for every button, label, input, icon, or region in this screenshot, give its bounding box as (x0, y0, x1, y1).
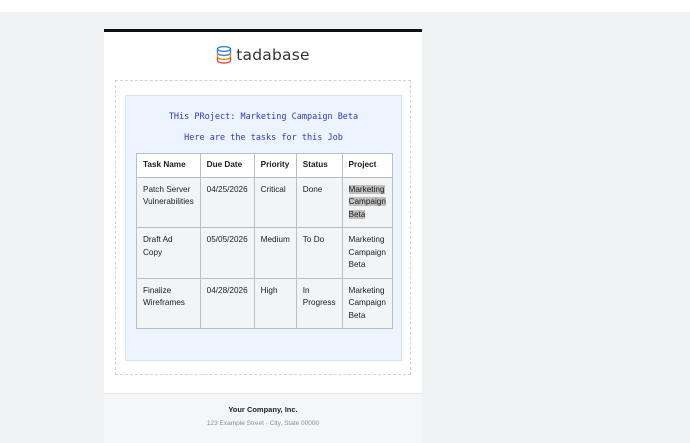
tasks-line: Here are the tasks for this Job (184, 133, 343, 143)
cell-task-name: Draft Ad Copy (136, 227, 201, 279)
project-panel: THis PRoject: Marketing Campaign Beta He… (125, 95, 402, 361)
cell-task-name: Finalize Wireframes (136, 277, 201, 329)
email-footer: Your Company, Inc. 123 Example Street · … (104, 393, 422, 443)
cell-status: In Progress (295, 277, 343, 329)
brand-name: tadabase (236, 45, 310, 64)
cell-project[interactable]: Marketing Campaign Beta (341, 176, 393, 228)
cell-priority: Critical (253, 176, 297, 228)
cell-project: Marketing Campaign Beta (341, 227, 393, 279)
content-frame: THis PRoject: Marketing Campaign Beta He… (115, 80, 411, 375)
cell-status: Done (295, 176, 343, 228)
email-header: tadabase (104, 32, 422, 77)
header-due-date: Due Date (199, 153, 255, 178)
email-container: tadabase THis PRoject: Marketing Campaig… (104, 29, 422, 443)
database-stack-icon (217, 45, 232, 64)
company-name: Your Company, Inc. (228, 405, 298, 414)
cell-due-date: 05/05/2026 (199, 227, 255, 279)
tasks-table: Task Name Due Date Priority Status Proje… (136, 153, 393, 329)
header-priority: Priority (253, 153, 297, 178)
table-row: Draft Ad Copy 05/05/2026 Medium To Do Ma… (136, 227, 393, 279)
header-task-name: Task Name (136, 153, 201, 178)
cell-priority: Medium (253, 227, 297, 279)
project-line: THis PRoject: Marketing Campaign Beta (168, 112, 359, 122)
cell-due-date: 04/28/2026 (199, 277, 255, 329)
selected-text[interactable]: Marketing Campaign Beta (348, 184, 386, 219)
table-row: Finalize Wireframes 04/28/2026 High In P… (136, 277, 393, 329)
cell-project: Marketing Campaign Beta (341, 277, 393, 329)
cell-task-name: Patch Server Vulnerabilities (136, 176, 201, 228)
table-row: Patch Server Vulnerabilities 04/25/2026 … (136, 176, 393, 228)
top-strip (0, 0, 690, 12)
table-header-row: Task Name Due Date Priority Status Proje… (136, 153, 393, 178)
cell-status: To Do (295, 227, 343, 279)
header-project: Project (341, 153, 393, 178)
company-address: 123 Example Street · City, State 00000 (206, 420, 320, 427)
cell-priority: High (253, 277, 297, 329)
header-status: Status (295, 153, 343, 178)
cell-due-date: 04/25/2026 (199, 176, 255, 228)
